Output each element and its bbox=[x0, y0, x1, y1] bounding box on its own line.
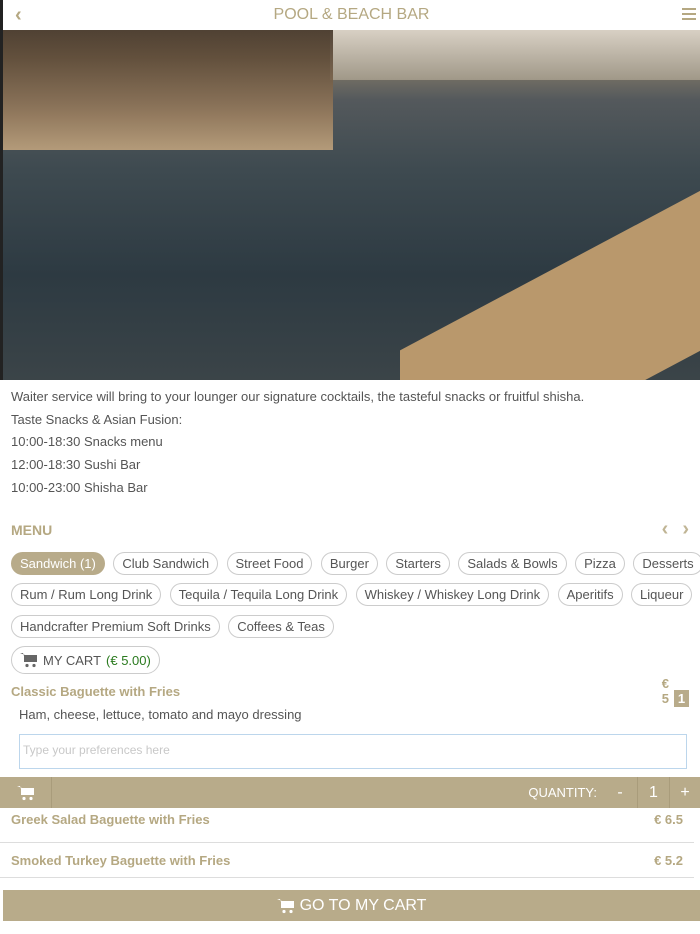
menu-item[interactable]: Classic Baguette with Fries € 5 1 bbox=[0, 676, 700, 708]
cart-icon bbox=[16, 785, 34, 800]
venue-description: Waiter service will bring to your lounge… bbox=[0, 380, 700, 500]
item-price: € 5.2 bbox=[654, 852, 683, 868]
hamburger-menu-icon[interactable] bbox=[682, 8, 696, 23]
go-to-cart-button[interactable]: GO TO MY CART bbox=[3, 890, 700, 921]
decrease-quantity-button[interactable]: - bbox=[611, 784, 629, 802]
description-line: Taste Snacks & Asian Fusion: bbox=[11, 411, 183, 427]
prev-arrow-button[interactable]: ‹ bbox=[662, 518, 669, 540]
category-chips: Sandwich (1) Club Sandwich Street Food B… bbox=[0, 542, 700, 647]
category-chip[interactable]: Street Food bbox=[226, 551, 313, 575]
item-price: € 5 bbox=[661, 676, 669, 707]
category-chip[interactable]: Coffees & Teas bbox=[228, 614, 334, 638]
page-title: POOL & BEACH BAR bbox=[273, 6, 430, 23]
category-chip[interactable]: Aperitifs bbox=[557, 583, 623, 607]
go-to-cart-label: GO TO MY CART bbox=[299, 896, 427, 914]
item-description: Ham, cheese, lettuce, tomato and mayo dr… bbox=[19, 707, 302, 723]
category-chip[interactable]: Salads & Bowls bbox=[458, 551, 567, 575]
next-arrow-button[interactable]: › bbox=[682, 518, 689, 540]
cart-label: MY CART bbox=[43, 652, 102, 668]
item-name: Classic Baguette with Fries bbox=[11, 683, 181, 699]
menu-item[interactable]: Smoked Turkey Baguette with Fries € 5.2 bbox=[0, 843, 694, 879]
description-line: 12:00-18:30 Sushi Bar bbox=[11, 457, 141, 473]
quantity-value[interactable]: 1 bbox=[637, 777, 670, 809]
category-chip[interactable]: Club Sandwich bbox=[113, 551, 219, 575]
cart-icon bbox=[276, 898, 294, 913]
cart-icon bbox=[20, 653, 37, 668]
category-chip[interactable]: Sandwich (1) bbox=[11, 551, 105, 575]
preferences-field[interactable] bbox=[19, 734, 687, 770]
description-line: Waiter service will bring to your lounge… bbox=[11, 389, 585, 404]
category-chip[interactable]: Starters bbox=[386, 551, 450, 575]
description-line: 10:00-18:30 Snacks menu bbox=[11, 434, 163, 450]
preferences-input[interactable] bbox=[23, 743, 683, 758]
hero-image bbox=[0, 30, 700, 380]
item-name: Greek Salad Baguette with Fries bbox=[11, 812, 210, 828]
category-chip[interactable]: Burger bbox=[320, 551, 378, 575]
category-chip[interactable]: Handcrafter Premium Soft Drinks bbox=[11, 614, 220, 638]
category-chip[interactable]: Whiskey / Whiskey Long Drink bbox=[355, 583, 550, 607]
category-chip[interactable]: Rum / Rum Long Drink bbox=[11, 583, 162, 607]
description-line: 10:00-23:00 Shisha Bar bbox=[11, 479, 148, 495]
my-cart-button[interactable]: MY CART (€ 5.00) bbox=[11, 646, 160, 675]
category-chip[interactable]: Desserts bbox=[633, 551, 700, 575]
add-to-cart-button[interactable] bbox=[0, 777, 52, 809]
quantity-bar: QUANTITY: - 1 + bbox=[0, 777, 700, 809]
back-button[interactable]: ‹ bbox=[15, 4, 22, 27]
category-chip[interactable]: Tequila / Tequila Long Drink bbox=[169, 583, 348, 607]
header: ‹ POOL & BEACH BAR bbox=[0, 0, 700, 30]
menu-title: MENU bbox=[11, 521, 53, 538]
item-price: € 6.5 bbox=[654, 812, 683, 828]
increase-quantity-button[interactable]: + bbox=[670, 784, 700, 802]
category-chip[interactable]: Pizza bbox=[575, 551, 625, 575]
cart-total: (€ 5.00) bbox=[106, 652, 151, 668]
item-name: Smoked Turkey Baguette with Fries bbox=[11, 852, 231, 868]
item-quantity-badge: 1 bbox=[673, 690, 690, 708]
quantity-label: QUANTITY: bbox=[528, 785, 597, 801]
menu-item[interactable]: Greek Salad Baguette with Fries € 6.5 bbox=[0, 808, 694, 844]
category-chip[interactable]: Liqueur bbox=[631, 583, 693, 607]
